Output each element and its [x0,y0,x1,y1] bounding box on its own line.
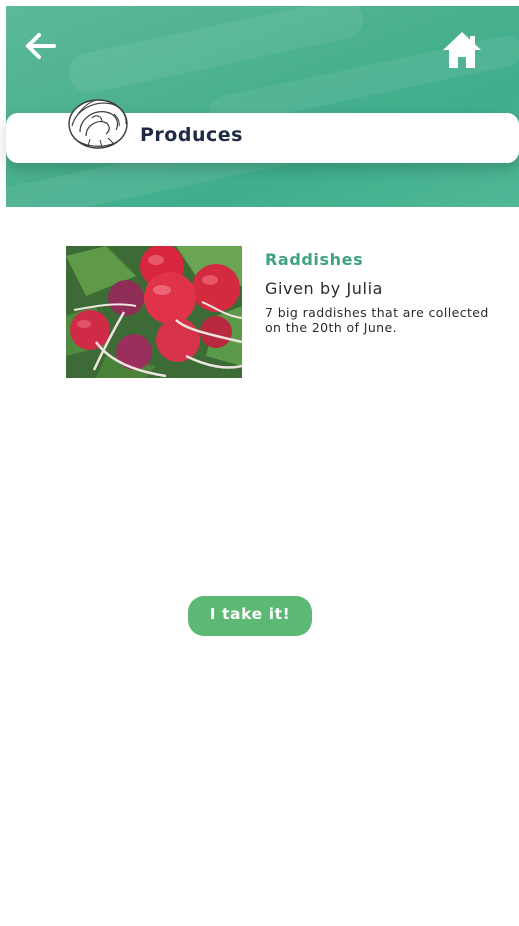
home-button[interactable] [440,28,484,72]
item-giver: Given by Julia [265,279,384,298]
back-button[interactable] [22,26,62,66]
produce-photo [66,246,242,378]
cabbage-icon [64,92,132,154]
item-description: 7 big raddishes that are collected on th… [265,305,489,335]
home-icon [443,32,481,68]
arrow-left-icon [26,33,56,59]
page-title: Produces [140,124,243,146]
take-it-button[interactable]: I take it! [188,596,312,636]
item-name: Raddishes [265,250,364,269]
